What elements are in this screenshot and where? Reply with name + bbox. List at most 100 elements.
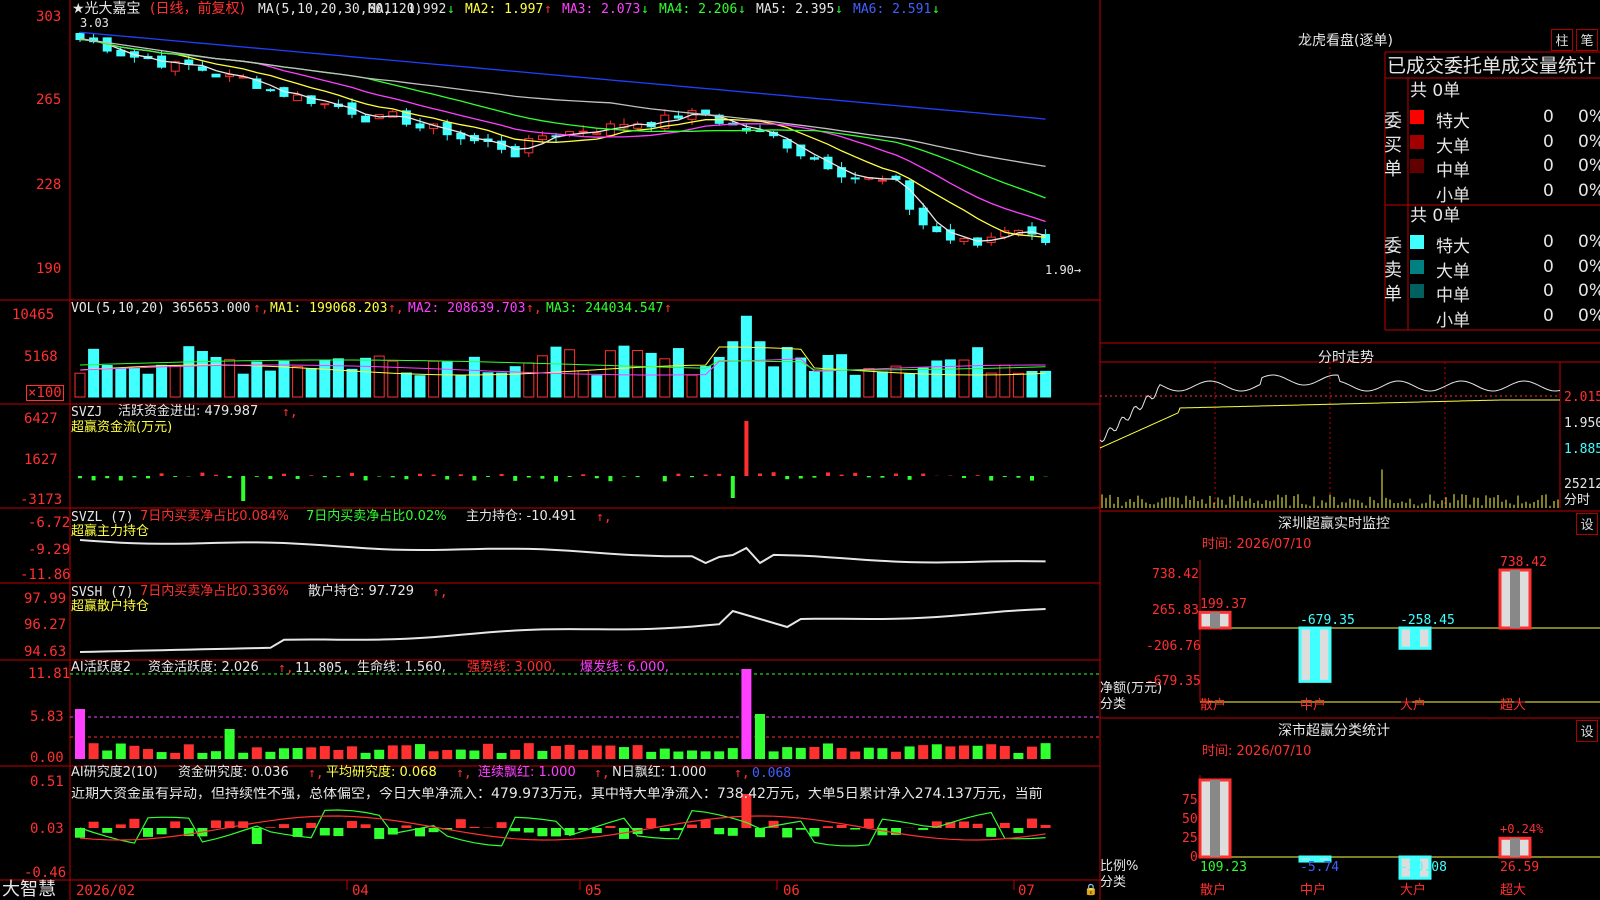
volume-bar [373, 355, 385, 398]
stock-title[interactable]: ★光大嘉宝 [72, 2, 141, 16]
volume-bar [863, 367, 875, 398]
research-bar [360, 824, 371, 828]
sz-monitor-settings-button[interactable]: 设 [1576, 513, 1598, 535]
flow-bar [295, 476, 300, 479]
ai2-ytick: 0.51 [30, 774, 64, 790]
activity-bar [197, 752, 208, 759]
holding-line-main [79, 539, 1046, 565]
activity-bar [387, 745, 398, 759]
tick-mode-button[interactable]: 笔 [1576, 29, 1598, 51]
order-count: 0 [1543, 131, 1554, 152]
research-bar [795, 828, 806, 830]
volume-bar [876, 371, 888, 398]
vol-value: 365653.000 [172, 301, 251, 316]
flow-bar [486, 476, 490, 477]
volume-bar [917, 367, 929, 398]
activity-bar [415, 744, 425, 759]
vol-ma2: MA2: 208639.703 [408, 301, 526, 316]
activity-bar [156, 752, 167, 759]
ma-line-1 [79, 38, 1046, 242]
sell-order-row: 特大 0 0% [1410, 230, 1600, 257]
ai1-c: 生命线: 1.560, [357, 660, 446, 675]
volume-bar [74, 372, 86, 398]
order-size-label: 小单 [1436, 185, 1470, 206]
research-bar [551, 828, 561, 837]
activity-bar [999, 745, 1010, 759]
activity-bar [619, 747, 629, 759]
order-size-label: 中单 [1436, 161, 1470, 181]
candle [959, 238, 969, 242]
research-bar [333, 828, 344, 837]
vol-unit[interactable]: ×100 [26, 385, 64, 401]
flow-bar [785, 476, 790, 480]
ai2-note: 近期大资金虽有异动，但持续性不强，总体偏空，今日大单净流入：479.973万元，… [71, 787, 1043, 801]
category-bar-inner [1210, 612, 1220, 628]
activity-bar [700, 751, 711, 759]
flow-bar [975, 475, 980, 476]
buy-order-row: 小单 0 0% [1410, 179, 1600, 206]
high-price-label: 3.03 [80, 16, 109, 30]
flow-bar [254, 476, 259, 477]
candle [850, 177, 860, 180]
research-bar [959, 821, 969, 828]
volume-bar [455, 375, 467, 398]
svzj-value: 活跃资金进出: 479.987 [118, 404, 259, 419]
activity-bar [238, 752, 249, 759]
flow-bar [581, 474, 586, 476]
sz-class-ytick: 50 [1182, 812, 1198, 827]
svzj-sub: 超赢资金流(万元) [71, 420, 173, 435]
volume-bar [496, 372, 508, 398]
activity-bar [918, 745, 929, 759]
activity-bar [591, 745, 602, 759]
research-bar [170, 821, 181, 828]
value-label: 109.23 [1200, 860, 1247, 875]
date-tick: 07 [1018, 883, 1035, 899]
flow-bar [214, 474, 218, 476]
activity-bar [714, 751, 725, 759]
activity-bar [265, 751, 276, 759]
sz-class-settings-button[interactable]: 设 [1576, 720, 1598, 742]
research-bar [836, 824, 847, 828]
svsh-ytick: 94.63 [24, 644, 67, 660]
flow-bar [241, 476, 246, 501]
volume-bar [414, 375, 426, 398]
volume-bar [346, 368, 358, 398]
volume-bar [740, 315, 752, 398]
flow-bar [962, 476, 966, 479]
flow-bar [690, 476, 694, 478]
research-bar [972, 823, 983, 828]
buy-order-row: 中单 0 0% [1410, 154, 1600, 181]
volume-bar [523, 362, 535, 398]
bar-mode-button[interactable]: 柱 [1551, 29, 1573, 51]
activity-bar [347, 746, 357, 759]
research-bar [646, 818, 657, 828]
color-swatch [1410, 110, 1424, 124]
activity-bar [768, 751, 779, 759]
flow-bar [91, 476, 96, 481]
activity-bar [605, 745, 616, 759]
svzl-c: 主力持仓: -10.491 [466, 509, 577, 524]
volume-bar [332, 358, 344, 398]
activity-bar [741, 669, 752, 759]
ma-value-2: MA2: 1.997 [465, 2, 544, 17]
activity-bar [795, 747, 806, 759]
svsh-c: 散户持仓: 97.729 [308, 584, 414, 599]
order-count: 0 [1543, 107, 1554, 127]
sz-class-ylabel: 比例% [1100, 859, 1139, 874]
flow-bar [526, 476, 531, 478]
lock-icon[interactable]: 🔒 [1084, 884, 1098, 895]
activity-bar [306, 747, 317, 759]
activity-bar [972, 745, 983, 759]
volume-bar [468, 356, 480, 398]
ai2-ytick: -0.46 [24, 865, 67, 881]
category-bar-inner [1310, 628, 1320, 682]
volume-bar [509, 366, 521, 398]
flow-bar [880, 476, 885, 478]
candle [265, 89, 275, 92]
research-bar [918, 828, 929, 830]
volume-bar [196, 351, 208, 398]
volume-bar [128, 367, 140, 398]
volume-bar [618, 345, 630, 398]
color-swatch [1410, 134, 1424, 149]
svsh-ytick: 97.99 [24, 591, 67, 607]
